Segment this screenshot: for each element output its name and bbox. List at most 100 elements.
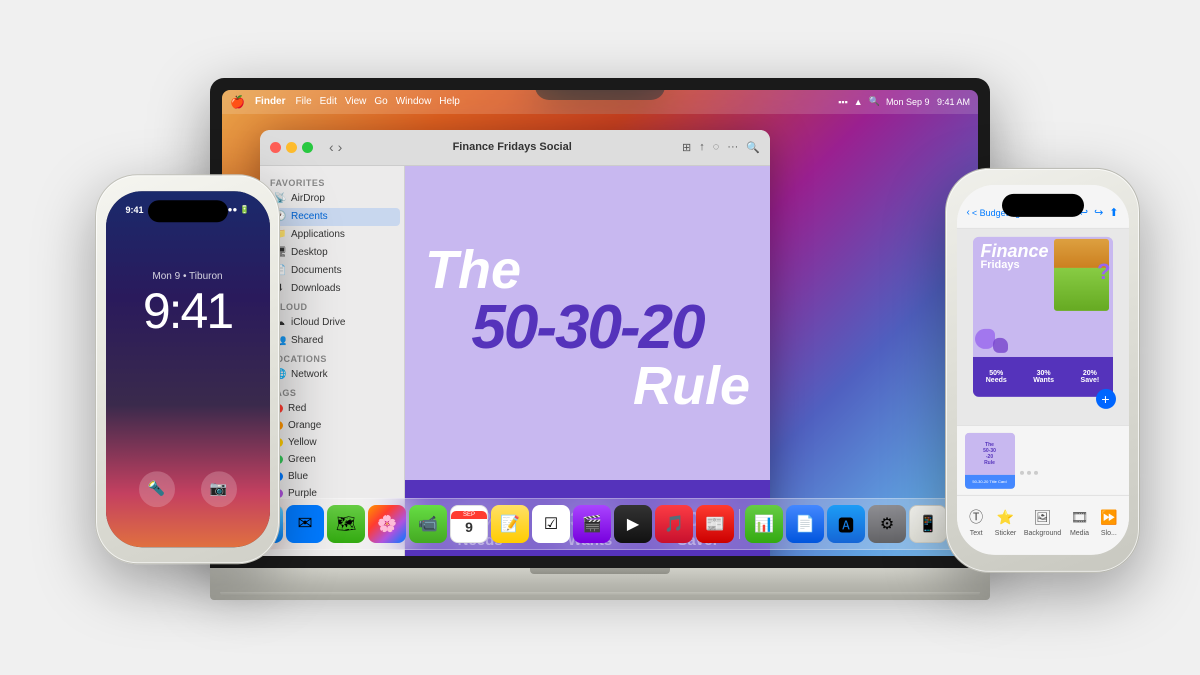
iphone-left-wallpaper: 9:41 ●●● 🔋 Mon 9 • Tiburon 9:41 🔦 📷 (106, 191, 270, 547)
menubar-datetime: Mon Sep 9 9:41 AM (886, 97, 970, 107)
preview-bottom: 50%Needs 30%Wants 20%Save! (973, 357, 1113, 397)
dock-maps[interactable]: 🗺 (327, 505, 365, 543)
dock-appletv[interactable]: ▶ (614, 505, 652, 543)
dock-facetime[interactable]: 📹 (409, 505, 447, 543)
dock-settings[interactable]: ⚙ (868, 505, 906, 543)
sidebar-item-tag-orange[interactable]: Orange (264, 417, 400, 434)
redo-icon[interactable]: ↪ (1094, 206, 1103, 219)
iphone-left: 9:41 ●●● 🔋 Mon 9 • Tiburon 9:41 🔦 📷 (95, 174, 280, 564)
toolbar-text[interactable]: Ⓣ Text (965, 506, 987, 537)
canvas-title-the: The (425, 243, 521, 297)
red-tag-label: Red (288, 403, 306, 414)
macbook-bezel: 🍎 Finder File Edit View Go Window Help ▪… (210, 78, 990, 568)
canvas-title-numbers: 50-30-20 (471, 297, 703, 359)
iphone-camera-icon[interactable]: 📷 (201, 471, 237, 507)
close-button[interactable] (270, 142, 281, 153)
menubar-go[interactable]: Go (374, 96, 387, 107)
sidebar-item-downloads[interactable]: ⬇ Downloads (264, 280, 400, 298)
apple-menu[interactable]: 🍎 (230, 95, 245, 109)
macbook: 🍎 Finder File Edit View Go Window Help ▪… (210, 78, 990, 598)
iphone-flashlight-icon[interactable]: 🔦 (139, 471, 175, 507)
dock-clips[interactable]: 🎬 (573, 505, 611, 543)
sidebar-item-documents[interactable]: 📄 Documents (264, 262, 400, 280)
thumb-small-1[interactable]: The50-30-20Rule 50-30-20 Title Card (965, 432, 1015, 488)
preview-stat-3: 20%Save! (1081, 370, 1100, 384)
forward-button[interactable]: › (338, 139, 343, 155)
macbook-foot (220, 592, 980, 596)
sticker-tool-label: Sticker (995, 530, 1016, 537)
toolbar-slowmo[interactable]: ⏩ Slo... (1098, 506, 1120, 537)
sidebar-item-desktop[interactable]: 🖥 Desktop (264, 244, 400, 262)
dock-reminders[interactable]: ☑ (532, 505, 570, 543)
toolbar-media[interactable]: 🎞 Media (1069, 506, 1091, 537)
menubar-app-name[interactable]: Finder (255, 96, 286, 107)
iphone-lockscreen: Mon 9 • Tiburon 9:41 (106, 271, 270, 336)
share-icon[interactable]: ↑ (699, 141, 705, 154)
preview-stat-1: 50%Needs (986, 370, 1007, 384)
dock-mail[interactable]: ✉ (286, 505, 324, 543)
menubar-edit[interactable]: Edit (320, 96, 337, 107)
shared-label: Shared (291, 335, 323, 346)
sidebar-item-network[interactable]: 🌐 Network (264, 366, 400, 384)
sidebar-item-tag-blue[interactable]: Blue (264, 468, 400, 485)
dock-music[interactable]: 🎵 (655, 505, 693, 543)
menubar-view[interactable]: View (345, 96, 367, 107)
sidebar-item-recents[interactable]: 🕐 Recents (264, 208, 400, 226)
dock: 🔵 🚀 🧭 ✉ 🗺 🌸 📹 SEP 9 📝 ☑ 🎬 (222, 498, 978, 550)
share-icon-iphone2[interactable]: ⬆ (1109, 206, 1118, 219)
dock-photos[interactable]: 🌸 (368, 505, 406, 543)
dock-numbers[interactable]: 📊 (745, 505, 783, 543)
iphone2-toolbar: Ⓣ Text ⭐ Sticker 🖼 Background 🎞 (957, 495, 1129, 555)
text-tool-icon: Ⓣ (965, 506, 987, 528)
sidebar-item-applications[interactable]: 📁 Applications (264, 226, 400, 244)
search-icon[interactable]: 🔍 (746, 141, 760, 154)
more-icon[interactable]: ··· (727, 141, 738, 154)
locations-label: Locations (260, 350, 404, 366)
tags-label: Tags (260, 384, 404, 400)
iphone2-design-preview[interactable]: ? Finance Fridays 50%Needs 30%Wants (973, 237, 1113, 397)
sidebar-item-airdrop[interactable]: 📡 AirDrop (264, 190, 400, 208)
iphone-time-display: 9:41 (126, 205, 144, 215)
iphone-right: ‹ < Budgeting Edit ↩ ↪ ⬆ (945, 167, 1140, 572)
iphone-right-screen: ‹ < Budgeting Edit ↩ ↪ ⬆ (957, 185, 1129, 555)
toolbar-sticker[interactable]: ⭐ Sticker (994, 506, 1016, 537)
sidebar-item-tag-yellow[interactable]: Yellow (264, 434, 400, 451)
favorites-label: Favorites (260, 174, 404, 190)
minimize-button[interactable] (286, 142, 297, 153)
background-tool-label: Background (1024, 530, 1061, 537)
iphone-left-screen: 9:41 ●●● 🔋 Mon 9 • Tiburon 9:41 🔦 📷 (106, 191, 270, 547)
menubar-wifi: ▲ (854, 97, 863, 107)
macbook-screen: 🍎 Finder File Edit View Go Window Help ▪… (222, 90, 978, 556)
macbook-hinge (530, 568, 670, 574)
sidebar-item-icloud-drive[interactable]: ☁ iCloud Drive (264, 314, 400, 332)
tag-icon[interactable]: ◌ (713, 141, 720, 154)
desktop-label: Desktop (291, 247, 328, 258)
slowmo-tool-icon: ⏩ (1098, 506, 1120, 528)
toolbar-background[interactable]: 🖼 Background (1024, 506, 1061, 537)
iphone-left-body: 9:41 ●●● 🔋 Mon 9 • Tiburon 9:41 🔦 📷 (95, 174, 280, 564)
blue-tag-label: Blue (288, 471, 308, 482)
dock-news[interactable]: 📰 (696, 505, 734, 543)
add-element-button[interactable]: + (1096, 389, 1116, 409)
back-button[interactable]: ‹ (329, 139, 334, 155)
icloud-drive-label: iCloud Drive (291, 317, 345, 328)
view-toggle-icon[interactable]: ⊞ (682, 141, 691, 154)
iphone-lockscreen-controls: 🔦 📷 (106, 471, 270, 507)
menubar-help[interactable]: Help (439, 96, 460, 107)
sidebar-item-tag-green[interactable]: Green (264, 451, 400, 468)
dock-pages[interactable]: 📄 (786, 505, 824, 543)
fullscreen-button[interactable] (302, 142, 313, 153)
dock-iphone-mirror[interactable]: 📱 (909, 505, 947, 543)
iphone-clock: 9:41 (106, 286, 270, 336)
dock-notes[interactable]: 📝 (491, 505, 529, 543)
network-label: Network (291, 369, 328, 380)
iphone2-thumbnail-strip: The50-30-20Rule 50-30-20 Title Card (957, 425, 1129, 495)
sidebar-item-shared[interactable]: 👥 Shared (264, 332, 400, 350)
sidebar-item-tag-red[interactable]: Red (264, 400, 400, 417)
menubar-search[interactable]: 🔍 (869, 96, 880, 107)
dock-appstore[interactable]: 🅰 (827, 505, 865, 543)
dock-calendar[interactable]: SEP 9 (450, 505, 488, 543)
iphone-right-dynamic-island (1002, 194, 1084, 217)
menubar-window[interactable]: Window (396, 96, 432, 107)
menubar-file[interactable]: File (296, 96, 312, 107)
